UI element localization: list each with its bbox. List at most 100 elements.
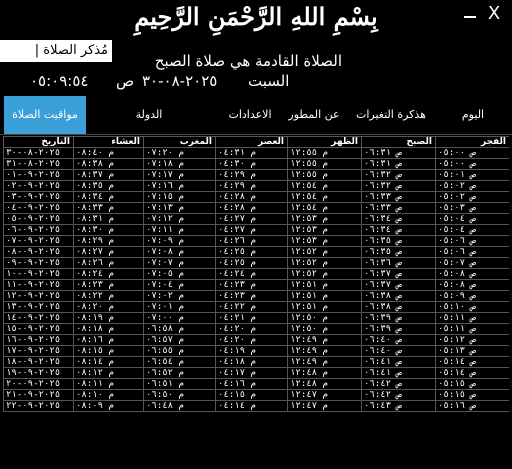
tab-settings[interactable]: الاعدادات xyxy=(218,96,282,134)
date-label: ٢٠٢٥-٠٨-٣٠ xyxy=(142,72,218,90)
table-cell: ص ٠٦:٤٢ xyxy=(361,389,436,401)
table-row[interactable]: ٢٠٢٥-٠٩-١٠ م ٠٨:٢٤ م ٠٧:٠٥ م ٠٤:٢٤ م ١٢:٥٢ ص … xyxy=(3,268,509,280)
table-cell: ص ٠٥:٠٤ xyxy=(435,213,509,225)
table-cell: م ١٢:٥٥ xyxy=(287,158,362,170)
table-cell: ص ٠٥:٠٦ xyxy=(435,235,509,247)
table-row[interactable]: ٢٠٢٥-٠٩-١٥ م ٠٨:١٨ م ٠٦:٥٨ م ٠٤:٢٠ م ١٢:٥٠ ص … xyxy=(3,323,509,335)
table-cell: ص ٠٦:٣٩ xyxy=(361,312,436,324)
prayer-table: التاريخ العشاء المغرب العصر الظهر الصبح الفجر … xyxy=(3,136,509,412)
table-row[interactable]: ٢٠٢٥-٠٩-١٨ م ٠٨:١٤ م ٠٦:٥٤ م ٠٤:١٨ م ١٢:٤٩ ص … xyxy=(3,356,509,368)
table-cell: م ٠٧:٠٨ xyxy=(143,246,216,258)
table-cell: ص ٠٦:٣٣ xyxy=(361,202,436,214)
table-cell: م ١٢:٥٠ xyxy=(287,312,362,324)
table-cell: م ٠٨:١٢ xyxy=(73,367,144,379)
table-row[interactable]: ٢٠٢٥-٠٩-١٩ م ٠٨:١٢ م ٠٦:٥٢ م ٠٤:١٧ م ١٢:٤٨ ص … xyxy=(3,367,509,379)
close-button[interactable]: X xyxy=(484,2,504,26)
table-cell: ٢٠٢٥-٠٩-١٣ xyxy=(3,301,74,313)
table-cell: م ١٢:٤٧ xyxy=(287,400,362,412)
table-cell: م ٠٤:٢٩ xyxy=(215,180,288,192)
table-cell: م ٠٨:١١ xyxy=(73,378,144,390)
day-label: السبت xyxy=(248,72,290,90)
table-row[interactable]: ٢٠٢٥-٠٩-٢٢ م ٠٨:٠٩ م ٠٦:٤٨ م ٠٤:١٤ م ١٢:٤٧ ص … xyxy=(3,400,509,412)
tab-about-developer[interactable]: عن المطور xyxy=(282,96,346,134)
table-cell: ٢٠٢٥-٠٩-٠٨ xyxy=(3,246,74,258)
table-row[interactable]: ٢٠٢٥-٠٨-٣٠ م ٠٨:٤٠ م ٠٧:٢٠ م ٠٤:٣١ م ١٢:٥٥ ص … xyxy=(3,147,509,159)
table-cell: م ٠٧:٢٠ xyxy=(143,147,216,159)
table-row[interactable]: ٢٠٢٥-٠٩-٠٨ م ٠٨:٢٧ م ٠٧:٠٨ م ٠٤:٢٥ م ١٢:٥٢ ص … xyxy=(3,246,509,258)
tab-country[interactable]: الدولة xyxy=(114,96,184,134)
table-cell: م ٠٤:٢٥ xyxy=(215,257,288,269)
table-row[interactable]: ٢٠٢٥-٠٩-٠٧ م ٠٨:٢٩ م ٠٧:٠٩ م ٠٤:٢٦ م ١٢:٥٣ ص … xyxy=(3,235,509,247)
tab-changelog[interactable]: هذكرة التغيرات xyxy=(346,96,436,134)
table-row[interactable]: ٢٠٢٥-٠٩-١١ م ٠٨:٢٣ م ٠٧:٠٤ م ٠٤:٢٣ م ١٢:٥١ ص … xyxy=(3,279,509,291)
next-prayer-label: الصلاة القادمة هي صلاة الصبح xyxy=(154,52,342,70)
table-cell: م ١٢:٥١ xyxy=(287,301,362,313)
table-row[interactable]: ٢٠٢٥-٠٩-٠٢ م ٠٨:٣٥ م ٠٧:١٦ م ٠٤:٢٩ م ١٢:٥٤ ص … xyxy=(3,180,509,192)
column-header: الصبح xyxy=(361,136,436,148)
table-cell: م ٠٤:٢٨ xyxy=(215,202,288,214)
table-row[interactable]: ٢٠٢٥-٠٩-٠٤ م ٠٨:٣٣ م ٠٧:١٣ م ٠٤:٢٨ م ١٢:٥٤ ص … xyxy=(3,202,509,214)
table-cell: ص ٠٦:٣٢ xyxy=(361,169,436,181)
clock-label: ٠٥:٠٩:٥٤ xyxy=(30,72,89,90)
table-cell: م ٠٧:٠٩ xyxy=(143,235,216,247)
table-row[interactable]: ٢٠٢٥-٠٩-١٦ م ٠٨:١٦ م ٠٦:٥٧ م ٠٤:٢٠ م ١٢:٤٩ ص … xyxy=(3,334,509,346)
table-row[interactable]: ٢٠٢٥-٠٩-١٣ م ٠٨:٢٠ م ٠٧:٠١ م ٠٤:٢٢ م ١٢:٥١ ص … xyxy=(3,301,509,313)
table-row[interactable]: ٢٠٢٥-٠٨-٣١ م ٠٨:٣٨ م ٠٧:١٨ م ٠٤:٣٠ م ١٢:٥٥ ص … xyxy=(3,158,509,170)
table-cell: ص ٠٦:٤٢ xyxy=(361,378,436,390)
table-cell: ص ٠٦:٣٦ xyxy=(361,257,436,269)
table-cell: م ٠٤:٣٠ xyxy=(215,158,288,170)
table-row[interactable]: ٢٠٢٥-٠٩-٢٠ م ٠٨:١١ م ٠٦:٥١ م ٠٤:١٦ م ١٢:٤٨ ص … xyxy=(3,378,509,390)
table-cell: م ١٢:٥٣ xyxy=(287,224,362,236)
table-cell: ص ٠٦:٣٩ xyxy=(361,323,436,335)
table-cell: ص ٠٦:٤٣ xyxy=(361,400,436,412)
table-row[interactable]: ٢٠٢٥-٠٩-٢١ م ٠٨:١٠ م ٠٦:٥٠ م ٠٤:١٥ م ١٢:٤٧ ص … xyxy=(3,389,509,401)
tab-prayer-times[interactable]: مواقيت الصلاة xyxy=(4,96,86,134)
table-cell: ص ٠٥:١٠ xyxy=(435,301,509,313)
basmala-title: بِسْمِ اللهِ الرَّحْمَنِ الرَّحِيمِ xyxy=(134,2,378,31)
table-cell: م ٠٨:٢٤ xyxy=(73,268,144,280)
table-cell: م ٠٨:٣٤ xyxy=(73,191,144,203)
table-cell: م ٠٧:٠٠ xyxy=(143,312,216,324)
table-cell: ٢٠٢٥-٠٩-١٤ xyxy=(3,312,74,324)
column-header: المغرب xyxy=(143,136,216,148)
tab-today[interactable]: اليوم xyxy=(438,96,508,134)
table-cell: م ٠٧:١٧ xyxy=(143,169,216,181)
table-cell: م ٠٨:٢٣ xyxy=(73,279,144,291)
table-cell: ٢٠٢٥-٠٩-١٠ xyxy=(3,268,74,280)
table-cell: م ٠٦:٥٤ xyxy=(143,356,216,368)
table-cell: م ٠٤:٢٧ xyxy=(215,224,288,236)
table-cell: ٢٠٢٥-٠٩-٠٦ xyxy=(3,224,74,236)
table-cell: م ٠٦:٥٨ xyxy=(143,323,216,335)
table-cell: م ٠٤:٢٠ xyxy=(215,323,288,335)
table-row[interactable]: ٢٠٢٥-٠٩-٠١ م ٠٨:٣٧ م ٠٧:١٧ م ٠٤:٢٩ م ١٢:٥٥ ص … xyxy=(3,169,509,181)
table-cell: م ١٢:٤٨ xyxy=(287,367,362,379)
table-cell: ٢٠٢٥-٠٩-٠٧ xyxy=(3,235,74,247)
table-cell: ٢٠٢٥-٠٩-٢٢ xyxy=(3,400,74,412)
table-cell: ٢٠٢٥-٠٩-٠١ xyxy=(3,169,74,181)
table-row[interactable]: ٢٠٢٥-٠٩-٠٣ م ٠٨:٣٤ م ٠٧:١٥ م ٠٤:٢٨ م ١٢:٥٤ ص … xyxy=(3,191,509,203)
table-row[interactable]: ٢٠٢٥-٠٩-٠٩ م ٠٨:٢٦ م ٠٧:٠٧ م ٠٤:٢٥ م ١٢:٥٢ ص … xyxy=(3,257,509,269)
table-cell: م ٠٧:١٨ xyxy=(143,158,216,170)
table-cell: ص ٠٥:٠٤ xyxy=(435,224,509,236)
table-row[interactable]: ٢٠٢٥-٠٩-١٧ م ٠٨:١٥ م ٠٦:٥٥ م ٠٤:١٩ م ١٢:٤٩ ص … xyxy=(3,345,509,357)
table-cell: م ١٢:٤٩ xyxy=(287,345,362,357)
minimize-icon[interactable] xyxy=(464,16,476,18)
table-cell: م ١٢:٥١ xyxy=(287,279,362,291)
table-cell: م ٠٤:٢٣ xyxy=(215,279,288,291)
table-row[interactable]: ٢٠٢٥-٠٩-١٢ م ٠٨:٢٢ م ٠٧:٠٢ م ٠٤:٢٣ م ١٢:٥١ ص … xyxy=(3,290,509,302)
table-row[interactable]: ٢٠٢٥-٠٩-٠٥ م ٠٨:٣١ م ٠٧:١٢ م ٠٤:٢٧ م ١٢:٥٣ ص … xyxy=(3,213,509,225)
table-row[interactable]: ٢٠٢٥-٠٩-١٤ م ٠٨:١٩ م ٠٧:٠٠ م ٠٤:٢١ م ١٢:٥٠ ص … xyxy=(3,312,509,324)
prayer-times-table: التاريخ العشاء المغرب العصر الظهر الصبح الفجر … xyxy=(3,136,509,469)
table-cell: ص ٠٥:٠٧ xyxy=(435,257,509,269)
table-cell: م ٠٧:١٦ xyxy=(143,180,216,192)
table-cell: م ٠٦:٥٢ xyxy=(143,367,216,379)
app-title: مُذكر الصلاة | إصدار 0.2 xyxy=(0,40,112,80)
table-row[interactable]: ٢٠٢٥-٠٩-٠٦ م ٠٨:٣٠ م ٠٧:١١ م ٠٤:٢٧ م ١٢:٥٣ ص … xyxy=(3,224,509,236)
table-cell: م ٠٤:٢٤ xyxy=(215,268,288,280)
table-body: ٢٠٢٥-٠٨-٣٠ م ٠٨:٤٠ م ٠٧:٢٠ م ٠٤:٣١ م ١٢:٥٥ ص … xyxy=(3,147,509,412)
table-cell: م ٠٨:٢٠ xyxy=(73,301,144,313)
table-header-row: التاريخ العشاء المغرب العصر الظهر الصبح الفجر xyxy=(3,136,509,148)
table-cell: م ٠٧:٠٧ xyxy=(143,257,216,269)
table-cell: ص ٠٥:٠٠ xyxy=(435,147,509,159)
table-cell: م ١٢:٥٤ xyxy=(287,202,362,214)
